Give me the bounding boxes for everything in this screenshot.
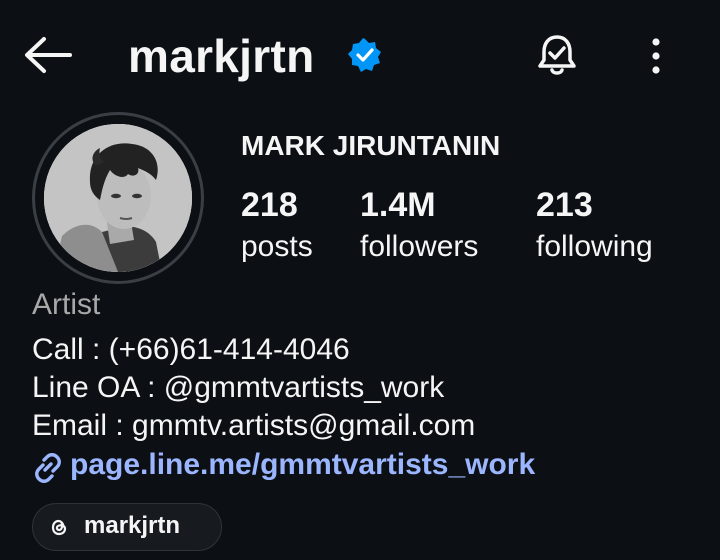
posts-label[interactable]: posts — [241, 230, 313, 264]
bio-line-line-oa: Line OA : @gmmtvartists_work — [32, 371, 445, 404]
bio-line-phone: Call : (+66)61-414-4046 — [32, 333, 350, 366]
profile-category: Artist — [32, 288, 101, 321]
following-count[interactable]: 213 — [536, 186, 593, 225]
more-options-icon — [652, 38, 660, 74]
link-icon — [32, 453, 64, 483]
back-arrow-icon — [25, 37, 72, 73]
notifications-button[interactable] — [536, 32, 578, 78]
header-username: markjrtn — [128, 30, 315, 82]
followers-label[interactable]: followers — [360, 230, 478, 264]
threads-handle: markjrtn — [84, 512, 181, 539]
back-button[interactable] — [22, 34, 74, 76]
verified-badge-icon — [348, 38, 382, 72]
bio-line-email: Email : gmmtv.artists@gmail.com — [32, 409, 476, 442]
more-options-button[interactable] — [642, 36, 670, 76]
posts-count[interactable]: 218 — [241, 186, 298, 225]
followers-count[interactable]: 1.4M — [360, 186, 436, 225]
avatar-photo — [44, 124, 192, 272]
profile-full-name: MARK JIRUNTANIN — [241, 130, 501, 161]
threads-icon — [48, 516, 70, 538]
profile-avatar[interactable] — [44, 124, 192, 272]
bell-icon — [538, 35, 576, 75]
following-label[interactable]: following — [536, 230, 653, 264]
profile-link[interactable]: page.line.me/gmmtvartists_work — [70, 448, 535, 482]
